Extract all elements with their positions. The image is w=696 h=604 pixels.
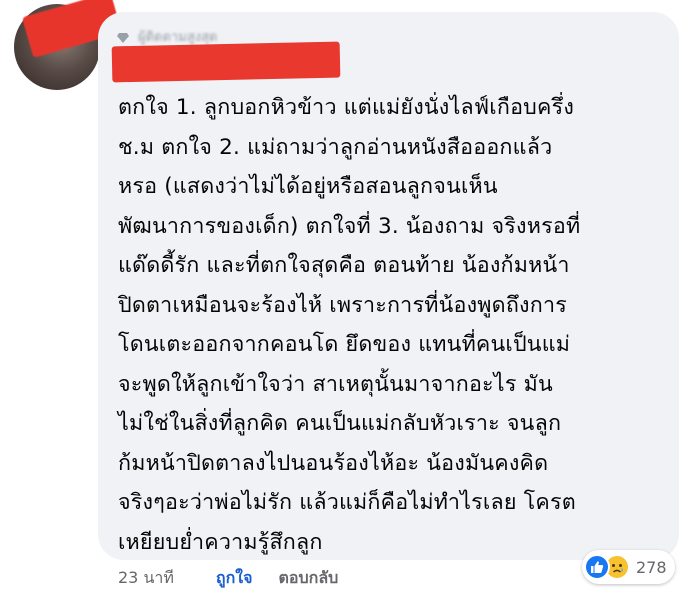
author-name-redaction	[111, 41, 341, 83]
reaction-summary[interactable]: 278	[582, 550, 675, 584]
like-icon	[584, 554, 610, 580]
comment-timestamp[interactable]: 23 นาที	[118, 566, 174, 591]
reaction-count: 278	[636, 557, 667, 577]
like-button[interactable]: ถูกใจ	[216, 566, 253, 591]
comment-bubble: ผู้ติดตามสูงสุด ตกใจ 1. ลูกบอกหิวข้าว แต…	[98, 12, 679, 560]
comment-text: ตกใจ 1. ลูกบอกหิวข้าว แต่แม่ยังนั่งไลฟ์เ…	[118, 95, 581, 555]
reply-button[interactable]: ตอบกลับ	[278, 566, 338, 591]
diamond-badge-icon	[116, 30, 130, 44]
comment-actions: 23 นาที ถูกใจ ตอบกลับ	[118, 566, 338, 591]
